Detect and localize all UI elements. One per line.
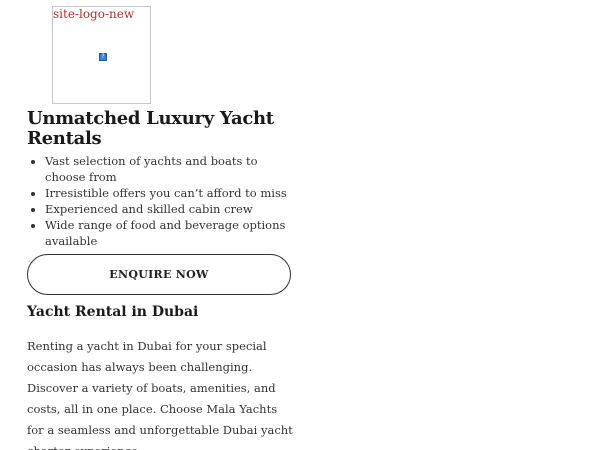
feature-item: Irresistible offers you can’t afford to … <box>45 185 292 201</box>
feature-item: Wide range of food and beverage options … <box>45 217 292 249</box>
broken-image-icon: ? <box>99 53 107 61</box>
feature-list: Vast selection of yachts and boats to ch… <box>27 153 292 249</box>
enquire-now-button[interactable]: ENQUIRE NOW <box>27 254 291 295</box>
section-body-text: Renting a yacht in Dubai for your specia… <box>27 339 293 450</box>
feature-item: Vast selection of yachts and boats to ch… <box>45 153 292 185</box>
feature-item: Experienced and skilled cabin crew <box>45 201 292 217</box>
logo-alt-text: site-logo-new <box>53 7 135 21</box>
site-logo[interactable]: site-logo-new ? <box>52 6 151 104</box>
hero-title: Unmatched Luxury Yacht Rentals <box>27 108 274 149</box>
section-title: Yacht Rental in Dubai <box>27 304 199 320</box>
